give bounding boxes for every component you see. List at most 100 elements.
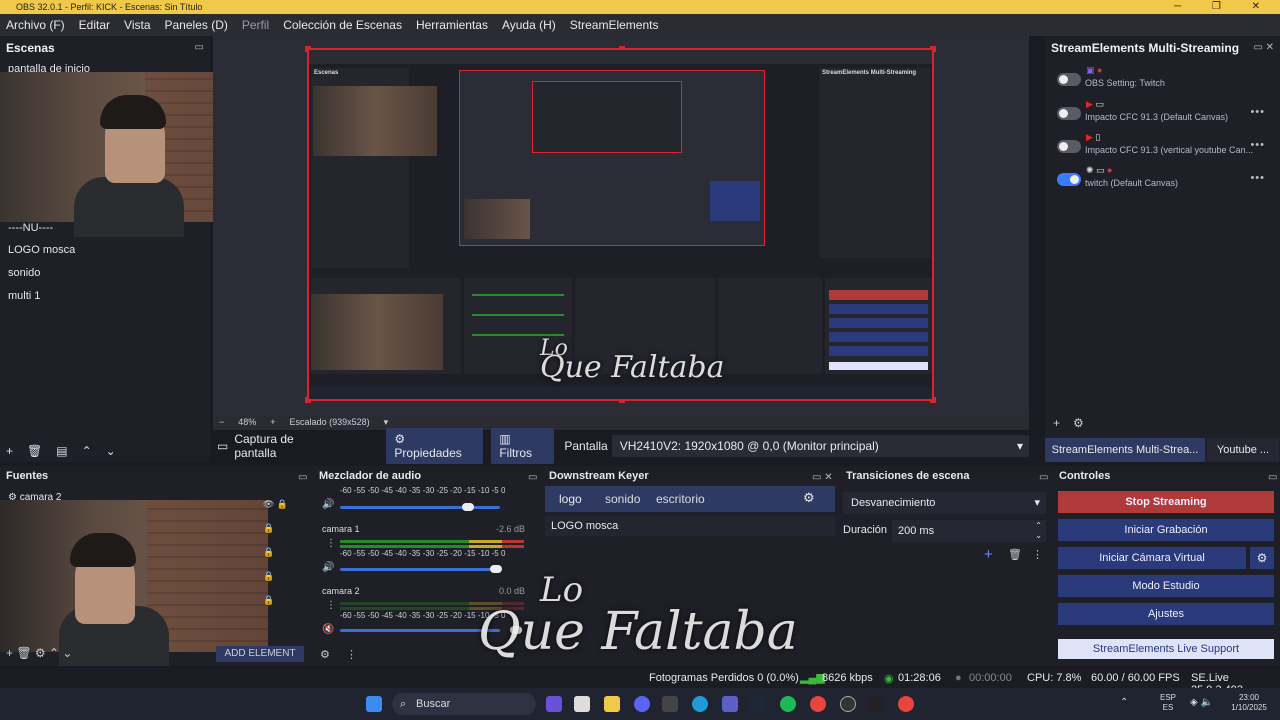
edge-icon[interactable] <box>692 696 708 712</box>
windows-start-icon[interactable] <box>366 696 382 712</box>
more-icon[interactable]: ••• <box>1250 172 1265 184</box>
preview-canvas[interactable]: Escenas StreamElements Multi-Streaming <box>305 46 936 403</box>
dock-icon[interactable]: ▭ ✕ <box>1253 42 1274 53</box>
file-explorer-icon[interactable] <box>604 696 620 712</box>
network-icon[interactable]: ◈ 🔈 <box>1190 697 1213 708</box>
menu-editar[interactable]: Editar <box>79 18 110 32</box>
menu-paneles[interactable]: Paneles (D) <box>165 18 228 32</box>
kebab-icon[interactable]: ⋮ <box>326 600 336 611</box>
speaker-icon[interactable]: 🔊 <box>322 562 334 573</box>
virtual-camera-button[interactable]: Iniciar Cámara Virtual <box>1058 547 1246 569</box>
stream-icon: ◉ <box>884 673 894 685</box>
volume-slider[interactable] <box>340 568 500 571</box>
tab-escritorio[interactable]: escritorio <box>656 492 705 506</box>
add-icon[interactable]: + <box>1053 416 1060 430</box>
start-recording-button[interactable]: Iniciar Grabación <box>1058 519 1274 541</box>
dock-icon[interactable]: ▭ <box>1268 472 1277 483</box>
menu-streamelements[interactable]: StreamElements <box>570 18 659 32</box>
more-icon[interactable]: ••• <box>1250 139 1265 151</box>
toggle-switch[interactable] <box>1057 107 1081 120</box>
speaker-icon[interactable]: 🔊 <box>322 499 334 510</box>
add-icon[interactable]: + <box>984 546 993 563</box>
menu-vista[interactable]: Vista <box>124 18 150 32</box>
se-row-label: OBS Setting: Twitch <box>1085 78 1165 88</box>
teams-icon[interactable] <box>722 696 738 712</box>
filters-button[interactable]: ▥ Filtros <box>491 428 555 464</box>
studio-mode-button[interactable]: Modo Estudio <box>1058 575 1274 597</box>
down-icon[interactable]: ⌄ <box>106 444 116 458</box>
scene-item[interactable]: ----NU---- <box>8 222 53 234</box>
language-indicator[interactable]: ESP ES <box>1160 693 1176 713</box>
zoom-level[interactable]: 48% <box>238 417 256 427</box>
source-visibility-controls[interactable]: 👁 🔒 🔒 🔒 🔒 🔒 <box>263 492 293 612</box>
gear-icon[interactable]: ⚙ <box>803 490 815 506</box>
menu-coleccion[interactable]: Colección de Escenas <box>283 18 402 32</box>
taskbar-search[interactable]: ⌕ Buscar <box>392 693 536 715</box>
kebab-icon[interactable]: ⋮ <box>326 538 336 549</box>
filter-icon[interactable]: ▤ <box>56 444 67 458</box>
dock-icon[interactable]: ▭ <box>195 42 204 53</box>
se-live-support-button[interactable]: StreamElements Live Support <box>1058 639 1274 659</box>
gear-icon[interactable]: ⚙ <box>1073 416 1084 430</box>
chevron-down-icon[interactable]: ▾ <box>384 417 389 428</box>
steam-icon[interactable] <box>750 696 766 712</box>
duration-label: Duración <box>843 524 888 536</box>
app-icon[interactable] <box>868 696 884 712</box>
muted-speaker-icon[interactable]: 🔇 <box>322 624 334 635</box>
menu-perfil[interactable]: Perfil <box>242 18 269 32</box>
stop-streaming-button[interactable]: Stop Streaming <box>1058 491 1274 513</box>
volume-slider[interactable] <box>340 506 500 509</box>
window-controls[interactable]: ─ ❐ ✕ <box>1174 0 1274 14</box>
obs-icon[interactable] <box>840 696 856 712</box>
add-element-button[interactable]: ADD ELEMENT <box>216 646 304 662</box>
tab-sonido[interactable]: sonido <box>605 492 640 506</box>
toggle-switch[interactable] <box>1057 173 1081 186</box>
menu-ayuda[interactable]: Ayuda (H) <box>502 18 556 32</box>
trash-icon[interactable]: 🗑 <box>27 444 42 458</box>
tab-logo[interactable]: logo <box>559 492 582 506</box>
toggle-switch[interactable] <box>1057 140 1081 153</box>
properties-button[interactable]: ⚙ Propiedades <box>386 428 484 464</box>
chrome-icon[interactable] <box>810 696 826 712</box>
volume-slider[interactable] <box>340 629 500 632</box>
sources-toolbar[interactable]: + 🗑 ⚙ ⌃ ⌄ <box>6 646 72 660</box>
scene-item[interactable]: sonido <box>8 267 40 279</box>
record-icon: ● <box>955 672 962 684</box>
menu-herramientas[interactable]: Herramientas <box>416 18 488 32</box>
chevron-down-icon: ▾ <box>1016 439 1024 453</box>
zoom-in-icon[interactable]: + <box>270 417 275 427</box>
dsk-item[interactable]: LOGO mosca <box>545 516 835 536</box>
discord-icon[interactable] <box>634 696 650 712</box>
se-destination-row: ▶ ▯ Impacto CFC 91.3 (vertical youtube C… <box>1053 131 1273 161</box>
tab-se-multistream[interactable]: StreamElements Multi-Strea... <box>1045 438 1205 462</box>
tab-youtube[interactable]: Youtube ... <box>1207 438 1279 462</box>
display-select[interactable]: VH2410V2: 1920x1080 @ 0,0 (Monitor princ… <box>611 435 1030 457</box>
volume-knob[interactable] <box>490 565 502 573</box>
add-icon[interactable]: + <box>6 444 13 458</box>
tray-chevron-icon[interactable]: ⌃ <box>1120 697 1128 708</box>
gear-icon[interactable]: ⚙ <box>1250 547 1274 569</box>
gear-icon[interactable]: ⚙ <box>320 648 330 661</box>
scale-label[interactable]: Escalado (939x528) <box>290 417 370 427</box>
volume-knob[interactable] <box>462 503 474 511</box>
kebab-icon[interactable]: ⋮ <box>346 648 357 661</box>
up-icon[interactable]: ⌃ <box>82 444 92 458</box>
settings-button[interactable]: Ajustes <box>1058 603 1274 625</box>
kebab-icon[interactable]: ⋮ <box>1032 548 1043 561</box>
zoom-out-icon[interactable]: − <box>219 417 224 427</box>
menu-archivo[interactable]: Archivo (F) <box>6 18 65 32</box>
trash-icon[interactable]: 🗑 <box>1008 548 1022 561</box>
transition-select[interactable]: Desvanecimiento ▾ <box>843 492 1046 514</box>
clock[interactable]: 23:00 1/10/2025 <box>1222 693 1276 713</box>
task-view-icon[interactable] <box>574 696 590 712</box>
more-icon[interactable]: ••• <box>1250 106 1265 118</box>
scene-item[interactable]: multi 1 <box>8 290 40 302</box>
scene-item[interactable]: LOGO mosca <box>8 244 75 256</box>
app-icon[interactable] <box>662 696 678 712</box>
copilot-icon[interactable] <box>546 696 562 712</box>
stepper-icon[interactable]: ⌃ ⌄ <box>1035 521 1042 541</box>
chrome-icon[interactable] <box>898 696 914 712</box>
spotify-icon[interactable] <box>780 696 796 712</box>
duration-field[interactable]: 200 ms ⌃ ⌄ <box>892 520 1046 542</box>
toggle-switch[interactable] <box>1057 73 1081 86</box>
